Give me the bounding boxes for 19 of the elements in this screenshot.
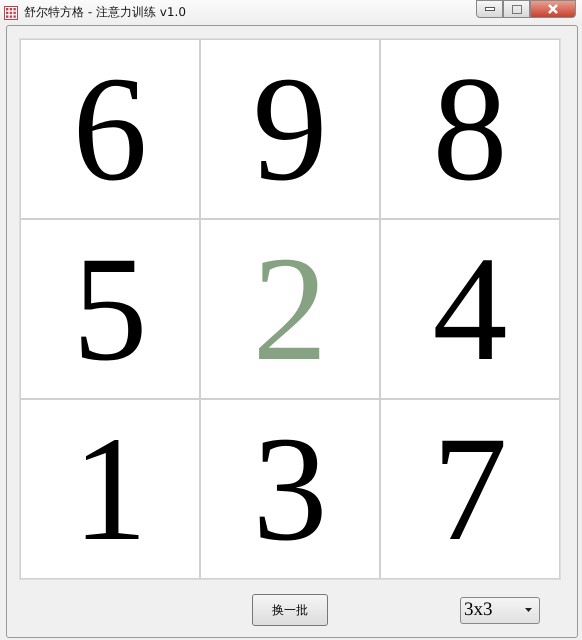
close-button[interactable] (530, 0, 576, 18)
size-dropdown[interactable]: 3x3 (460, 596, 540, 624)
number-tile[interactable]: 4 (380, 219, 560, 399)
maximize-icon (512, 4, 522, 14)
maximize-button[interactable] (503, 0, 530, 18)
grid-icon (4, 6, 18, 20)
number-tile[interactable]: 7 (380, 399, 560, 579)
number-tile[interactable]: 3 (200, 399, 380, 579)
close-icon (547, 4, 559, 14)
window-title: 舒尔特方格 - 注意力训练 v1.0 (24, 4, 186, 21)
minimize-icon (484, 7, 494, 11)
minimize-button[interactable] (476, 0, 503, 18)
number-tile[interactable]: 8 (380, 39, 560, 219)
number-tile[interactable]: 6 (20, 39, 200, 219)
number-tile[interactable]: 5 (20, 219, 200, 399)
caret-icon (525, 608, 532, 612)
number-tile[interactable]: 1 (20, 399, 200, 579)
new-batch-button[interactable]: 换一批 (252, 594, 328, 626)
number-tile[interactable]: 9 (200, 39, 380, 219)
